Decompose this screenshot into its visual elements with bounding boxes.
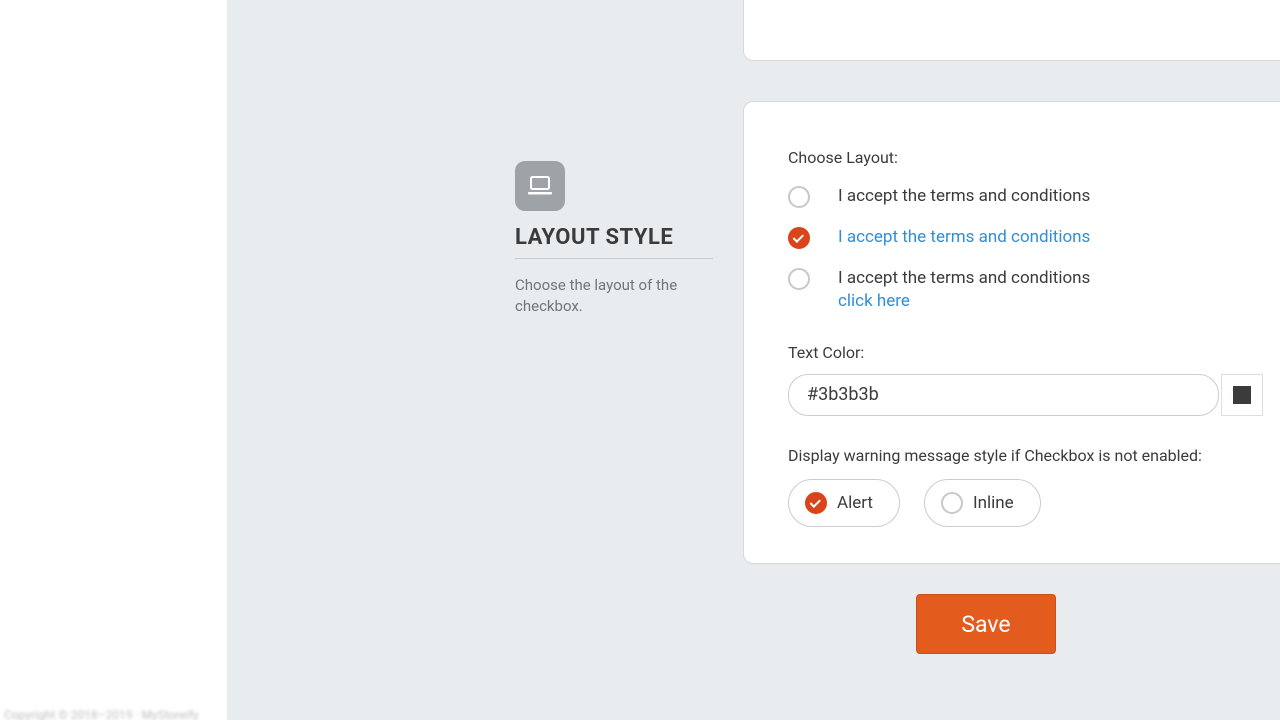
- option-label: I accept the terms and conditions click …: [838, 267, 1090, 313]
- layout-option-1[interactable]: I accept the terms and conditions: [788, 185, 1263, 208]
- section-heading-block: LAYOUT STYLE Choose the layout of the ch…: [515, 161, 713, 317]
- warning-style-options: Alert Inline: [788, 479, 1263, 527]
- laptop-icon: [515, 161, 565, 211]
- option-label: I accept the terms and conditions: [838, 226, 1090, 249]
- layout-option-2[interactable]: I accept the terms and conditions: [788, 226, 1263, 249]
- warning-option-alert[interactable]: Alert: [788, 479, 900, 527]
- section-title: LAYOUT STYLE: [515, 225, 713, 250]
- section-description: Choose the layout of the checkbox.: [515, 275, 713, 317]
- warning-style-label: Display warning message style if Checkbo…: [788, 446, 1263, 465]
- layout-options: I accept the terms and conditions I acce…: [788, 185, 1263, 313]
- color-picker-button[interactable]: [1221, 374, 1263, 416]
- radio-icon: [788, 227, 810, 249]
- text-color-row: [788, 374, 1263, 416]
- choose-layout-label: Choose Layout:: [788, 148, 1263, 167]
- pill-label: Inline: [973, 493, 1014, 513]
- radio-icon: [941, 492, 963, 514]
- warning-option-inline[interactable]: Inline: [924, 479, 1041, 527]
- text-color-label: Text Color:: [788, 343, 1263, 362]
- divider: [515, 258, 713, 259]
- previous-card-placeholder: [743, 0, 1280, 61]
- content-area: LAYOUT STYLE Choose the layout of the ch…: [227, 0, 1280, 720]
- layout-style-card: Choose Layout: I accept the terms and co…: [743, 101, 1280, 564]
- radio-icon: [788, 268, 810, 290]
- option-text: I accept the terms and conditions: [838, 268, 1090, 288]
- layout-option-3[interactable]: I accept the terms and conditions click …: [788, 267, 1263, 313]
- radio-icon: [805, 492, 827, 514]
- save-button[interactable]: Save: [916, 594, 1056, 654]
- option-sublink: click here: [838, 291, 910, 311]
- color-swatch: [1233, 386, 1251, 404]
- option-label: I accept the terms and conditions: [838, 185, 1090, 208]
- text-color-input[interactable]: [788, 374, 1219, 416]
- page-root: LAYOUT STYLE Choose the layout of the ch…: [0, 0, 1280, 720]
- footer-text: Copyright © 2018–2019 · MyStoreify: [0, 708, 199, 720]
- pill-label: Alert: [837, 493, 873, 513]
- radio-icon: [788, 186, 810, 208]
